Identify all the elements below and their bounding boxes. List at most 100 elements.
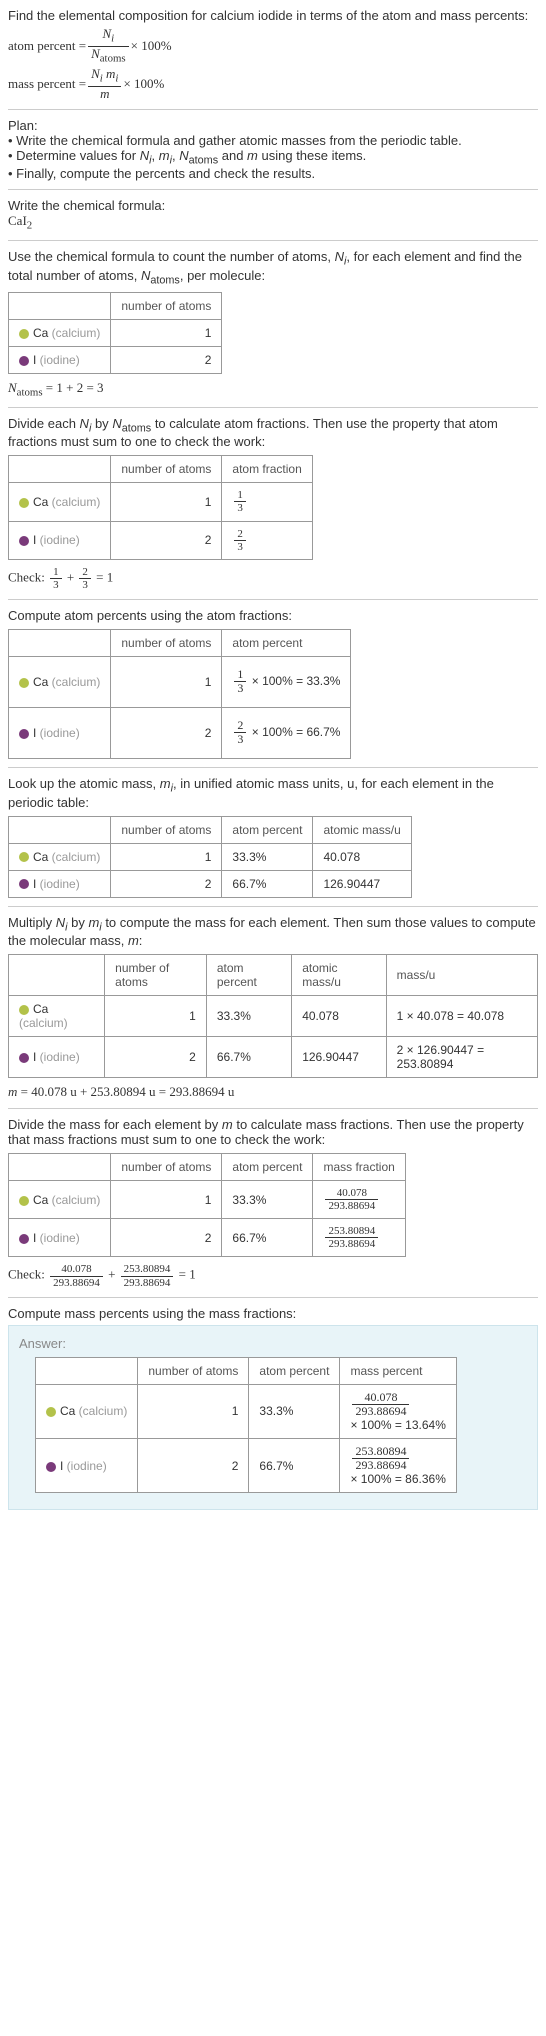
- check-eq: = 1: [179, 1267, 196, 1282]
- i-name: (iodine): [36, 533, 79, 547]
- table-row-i: I (iodine) 2 66.7% 126.90447: [9, 870, 412, 897]
- answer-title: Answer:: [19, 1336, 527, 1351]
- ca-dot-icon: [19, 678, 29, 688]
- ca-pct: 33.3%: [222, 1181, 313, 1219]
- ca-mden: 293.88694: [352, 1405, 409, 1418]
- formula-value: CaI2: [8, 213, 538, 232]
- divider: [8, 906, 538, 907]
- mass-percent-frac: Ni mi m: [88, 67, 121, 101]
- i-mpct: 253.80894293.88694 × 100% = 86.36%: [340, 1439, 456, 1493]
- ca-dot-icon: [19, 498, 29, 508]
- table-row-i: I (iodine) 2 66.7% 126.90447 2 × 126.904…: [9, 1037, 538, 1078]
- divider: [8, 1297, 538, 1298]
- atomfrac-section: Divide each Ni by Natoms to calculate at…: [8, 416, 538, 591]
- i-apct: 66.7%: [249, 1439, 340, 1493]
- times-100-1: × 100%: [131, 38, 172, 54]
- ca-mass: 1 × 40.078 = 40.078: [386, 996, 537, 1037]
- i-dot-icon: [46, 1462, 56, 1472]
- ca-symbol: Ca: [33, 850, 48, 864]
- i-n: 2: [111, 521, 222, 559]
- formula-sub: 2: [27, 220, 32, 232]
- i-name: (iodine): [36, 353, 79, 367]
- atompct-section: Compute atom percents using the atom fra…: [8, 608, 538, 759]
- molmass-table: number of atoms atom percent atomic mass…: [8, 954, 538, 1078]
- count-desc-c: , per molecule:: [180, 268, 265, 283]
- i-dot-icon: [19, 1053, 29, 1063]
- mass-percent-label: mass percent =: [8, 76, 86, 92]
- i-frac: 23: [222, 521, 312, 559]
- ca-n: 1: [111, 483, 222, 521]
- ca-dot-icon: [19, 852, 29, 862]
- atomicmass-section: Look up the atomic mass, mi, in unified …: [8, 776, 538, 898]
- atompct-desc: Compute atom percents using the atom fra…: [8, 608, 538, 623]
- ca-mnum: 40.078: [352, 1391, 409, 1405]
- table-row-ca: Ca (calcium) 1 33.3% 40.078293.88694 × 1…: [36, 1384, 457, 1438]
- h-apct: atom percent: [249, 1357, 340, 1384]
- i-name: (iodine): [36, 726, 79, 740]
- i-name: (iodine): [36, 1050, 79, 1064]
- ca-name: (calcium): [75, 1404, 127, 1418]
- h-amass: atomic mass/u: [292, 955, 386, 996]
- table-header-row: number of atoms atom percent atomic mass…: [9, 816, 412, 843]
- h-pct: atom percent: [222, 629, 351, 656]
- plan-b2: • Determine values for Ni, mi, Natoms an…: [8, 148, 538, 167]
- h-num: number of atoms: [111, 456, 222, 483]
- ca-frac: 13: [222, 483, 312, 521]
- atom-percent-frac: Ni Natoms: [88, 27, 129, 65]
- table-header-row: number of atoms atom percent atomic mass…: [9, 955, 538, 996]
- table-row-ca: Ca (calcium) 1: [9, 320, 222, 347]
- table-header-row: number of atoms: [9, 293, 222, 320]
- i-name: (iodine): [36, 1231, 79, 1245]
- i-fnum: 2: [234, 528, 246, 541]
- formula-title: Write the chemical formula:: [8, 198, 538, 213]
- i-name: (iodine): [36, 877, 79, 891]
- ca-symbol: Ca: [33, 495, 48, 509]
- i-dot-icon: [19, 536, 29, 546]
- molmass-result: m = 40.078 u + 253.80894 u = 293.88694 u: [8, 1084, 538, 1100]
- plan-section: Plan: • Write the chemical formula and g…: [8, 118, 538, 182]
- ca-name: (calcium): [48, 850, 100, 864]
- plan-b2b: using these items.: [258, 148, 366, 163]
- ca-n: 1: [138, 1384, 249, 1438]
- masspct-desc: Compute mass percents using the mass fra…: [8, 1306, 538, 1321]
- ca-calc: × 100% = 33.3%: [248, 674, 340, 688]
- divider: [8, 767, 538, 768]
- i-fden: 3: [234, 541, 246, 553]
- h-num: number of atoms: [111, 1154, 222, 1181]
- divider: [8, 407, 538, 408]
- divider: [8, 599, 538, 600]
- i-n: 2: [138, 1439, 249, 1493]
- ca-pct: 33.3%: [222, 843, 313, 870]
- massfrac-desc: Divide the mass for each element by m to…: [8, 1117, 538, 1147]
- i-mass: 2 × 126.90447 = 253.80894: [386, 1037, 537, 1078]
- ca-n: 1: [111, 1181, 222, 1219]
- i-mres: × 100% = 86.36%: [350, 1472, 445, 1486]
- ca-apct: 33.3%: [249, 1384, 340, 1438]
- massfrac-table: number of atoms atom percent mass fracti…: [8, 1153, 406, 1257]
- atom-percent-formula: atom percent = Ni Natoms × 100%: [8, 27, 538, 65]
- i-pct: 66.7%: [222, 1219, 313, 1257]
- i-n: 2: [111, 1219, 222, 1257]
- table-row-ca: Ca (calcium) 1 33.3% 40.078293.88694: [9, 1181, 406, 1219]
- molmass-desc: Multiply Ni by mi to compute the mass fo…: [8, 915, 538, 949]
- h-mass: mass/u: [386, 955, 537, 996]
- i-name: (iodine): [63, 1459, 106, 1473]
- ca-name: (calcium): [48, 326, 100, 340]
- table-row-ca: Ca (calcium) 1 13: [9, 483, 313, 521]
- ca-symbol: Ca: [33, 1002, 48, 1016]
- ca-fnum: 1: [234, 489, 246, 502]
- formula-section: Write the chemical formula: CaI2: [8, 198, 538, 232]
- atomfrac-desc: Divide each Ni by Natoms to calculate at…: [8, 416, 538, 450]
- massfrac-section: Divide the mass for each element by m to…: [8, 1117, 538, 1289]
- plan-b1: • Write the chemical formula and gather …: [8, 133, 538, 148]
- ca-mpct: 40.078293.88694 × 100% = 13.64%: [340, 1384, 456, 1438]
- h-number-atoms: number of atoms: [111, 293, 222, 320]
- h-num: number of atoms: [138, 1357, 249, 1384]
- molmass-section: Multiply Ni by mi to compute the mass fo…: [8, 915, 538, 1101]
- massfrac-check: Check: 40.078293.88694 + 253.80894293.88…: [8, 1263, 538, 1288]
- table-row-i: I (iodine) 2: [9, 347, 222, 374]
- i-dot-icon: [19, 356, 29, 366]
- divider: [8, 109, 538, 110]
- ca-name: (calcium): [48, 1193, 100, 1207]
- table-header-row: number of atoms atom fraction: [9, 456, 313, 483]
